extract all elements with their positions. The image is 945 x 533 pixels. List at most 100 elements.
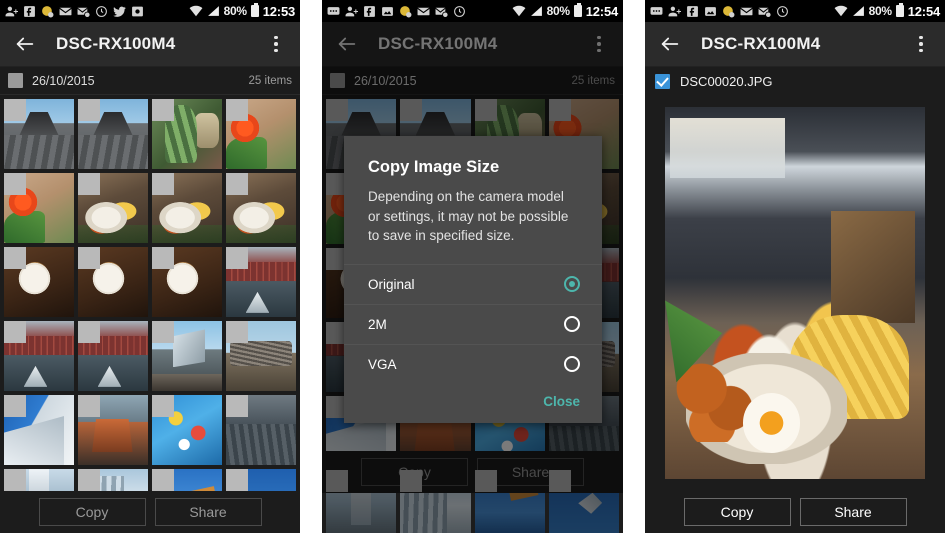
wifi-icon [512, 5, 526, 17]
mail-off-icon [435, 7, 448, 18]
battery-icon [573, 3, 582, 17]
photo-region-chair [831, 211, 915, 323]
page-title: DSC-RX100M4 [56, 34, 176, 53]
mail-icon [417, 7, 430, 15]
battery-icon [250, 3, 259, 17]
photo-thumbnail[interactable] [226, 173, 296, 243]
photo-thumbnail-checkbox[interactable] [226, 247, 248, 269]
photo-thumbnail-checkbox[interactable] [4, 321, 26, 343]
photo-thumbnail[interactable] [226, 247, 296, 317]
photo-thumbnail[interactable] [78, 173, 148, 243]
photo-thumbnail[interactable] [226, 321, 296, 391]
photo-thumbnail[interactable] [78, 247, 148, 317]
photo-thumbnail-checkbox[interactable] [326, 99, 348, 121]
facebook-icon [24, 5, 35, 17]
photo-thumbnail-checkbox[interactable] [152, 469, 174, 491]
photo-thumbnail-checkbox[interactable] [400, 470, 423, 493]
photo-thumbnail-checkbox[interactable] [152, 173, 174, 195]
date-label: 26/10/2015 [354, 73, 417, 88]
photo-thumbnail[interactable] [152, 247, 222, 317]
date-header-checkbox[interactable] [8, 73, 23, 88]
photo-thumbnail[interactable] [152, 321, 222, 391]
photo-thumbnail[interactable] [78, 99, 148, 169]
sticker-icon [400, 5, 412, 17]
dialog-close-button[interactable]: Close [543, 394, 580, 409]
overflow-menu-icon[interactable] [266, 33, 286, 55]
photo-thumbnail-checkbox[interactable] [152, 321, 174, 343]
photo-preview[interactable] [665, 107, 925, 479]
photo-thumbnail[interactable] [152, 395, 222, 465]
photo-thumbnail-checkbox[interactable] [152, 99, 174, 121]
facebook-icon [364, 5, 375, 17]
share-button[interactable]: Share [154, 498, 262, 526]
photo-thumbnail[interactable] [4, 247, 74, 317]
photo-thumbnail-checkbox[interactable] [4, 173, 26, 195]
photo-thumbnail-checkbox[interactable] [4, 395, 26, 417]
photo-thumbnail[interactable] [78, 321, 148, 391]
photo-thumbnail[interactable] [226, 395, 296, 465]
photo-thumbnail[interactable] [4, 395, 74, 465]
radio-button-2m[interactable] [564, 316, 580, 333]
photo-thumbnail-checkbox[interactable] [226, 173, 248, 195]
photo-thumbnail-checkbox[interactable] [226, 99, 248, 121]
back-arrow-icon[interactable] [659, 33, 681, 55]
date-header-checkbox[interactable] [330, 73, 345, 88]
photo-thumbnail[interactable] [4, 173, 74, 243]
photo-thumbnail-checkbox[interactable] [78, 173, 100, 195]
photo-thumbnail-checkbox[interactable] [4, 99, 26, 121]
date-header-row[interactable]: 26/10/2015 25 items [322, 67, 623, 95]
photo-thumbnail-checkbox[interactable] [400, 99, 423, 121]
panel-dialog: 80% 12:54 DSC-RX100M4 26/10/2015 25 item… [322, 0, 623, 533]
overflow-menu-icon[interactable] [911, 33, 931, 55]
photo-thumbnail-checkbox[interactable] [474, 470, 497, 493]
photo-thumbnail-checkbox[interactable] [226, 395, 248, 417]
radio-button-vga[interactable] [564, 356, 580, 373]
photo-thumbnail-checkbox[interactable] [78, 247, 100, 269]
photo-thumbnail-checkbox[interactable] [78, 395, 100, 417]
photo-thumbnail-checkbox[interactable] [4, 247, 26, 269]
person-add-icon [345, 6, 358, 16]
photo-thumbnail[interactable] [78, 395, 148, 465]
battery-icon [895, 3, 904, 17]
copy-button[interactable]: Copy [38, 498, 146, 526]
dialog-option-2m[interactable]: 2M [344, 303, 602, 344]
photo-thumbnail-checkbox[interactable] [152, 247, 174, 269]
share-button[interactable]: Share [799, 498, 907, 526]
photo-thumbnail[interactable] [152, 173, 222, 243]
photo-thumbnail-checkbox[interactable] [548, 99, 571, 121]
dialog-option-vga[interactable]: VGA [344, 343, 602, 384]
photo-thumbnail-checkbox[interactable] [226, 469, 248, 491]
photo-region-window [670, 118, 785, 178]
back-arrow-icon[interactable] [336, 33, 358, 55]
status-bar: 80% 12:53 [0, 0, 300, 22]
photo-thumbnail[interactable] [4, 99, 74, 169]
photo-thumbnail-checkbox[interactable] [226, 321, 248, 343]
photo-preview-image [665, 107, 925, 479]
photo-thumbnail-checkbox[interactable] [78, 469, 100, 491]
photo-region-egg [743, 393, 801, 453]
radio-button-original[interactable] [564, 276, 580, 293]
item-count-label: 25 items [571, 74, 615, 87]
photo-thumbnail-checkbox[interactable] [78, 99, 100, 121]
dialog-message: Depending on the camera model or setting… [368, 189, 569, 244]
photo-thumbnail-checkbox[interactable] [474, 99, 497, 121]
photo-thumbnail-checkbox[interactable] [78, 321, 100, 343]
photo-thumbnail[interactable] [152, 99, 222, 169]
photo-thumbnail[interactable] [4, 321, 74, 391]
overflow-menu-icon[interactable] [589, 33, 609, 55]
file-header-row[interactable]: DSC00020.JPG [645, 67, 945, 95]
mail-icon [59, 7, 72, 15]
copy-button[interactable]: Copy [683, 498, 791, 526]
date-header-row[interactable]: 26/10/2015 25 items [0, 67, 300, 95]
photo-thumbnail-checkbox[interactable] [326, 470, 348, 493]
photo-thumbnail[interactable] [226, 99, 296, 169]
status-bar: 80% 12:54 [322, 0, 623, 22]
photo-thumbnail-checkbox[interactable] [4, 469, 26, 491]
dialog-option-original[interactable]: Original [344, 263, 602, 304]
status-bar-clock: 12:54 [907, 3, 940, 19]
file-selected-checkbox[interactable] [655, 73, 670, 89]
back-arrow-icon[interactable] [14, 33, 36, 55]
photo-thumbnail-checkbox[interactable] [548, 470, 571, 493]
sticker-icon [723, 5, 735, 17]
photo-thumbnail-checkbox[interactable] [152, 395, 174, 417]
